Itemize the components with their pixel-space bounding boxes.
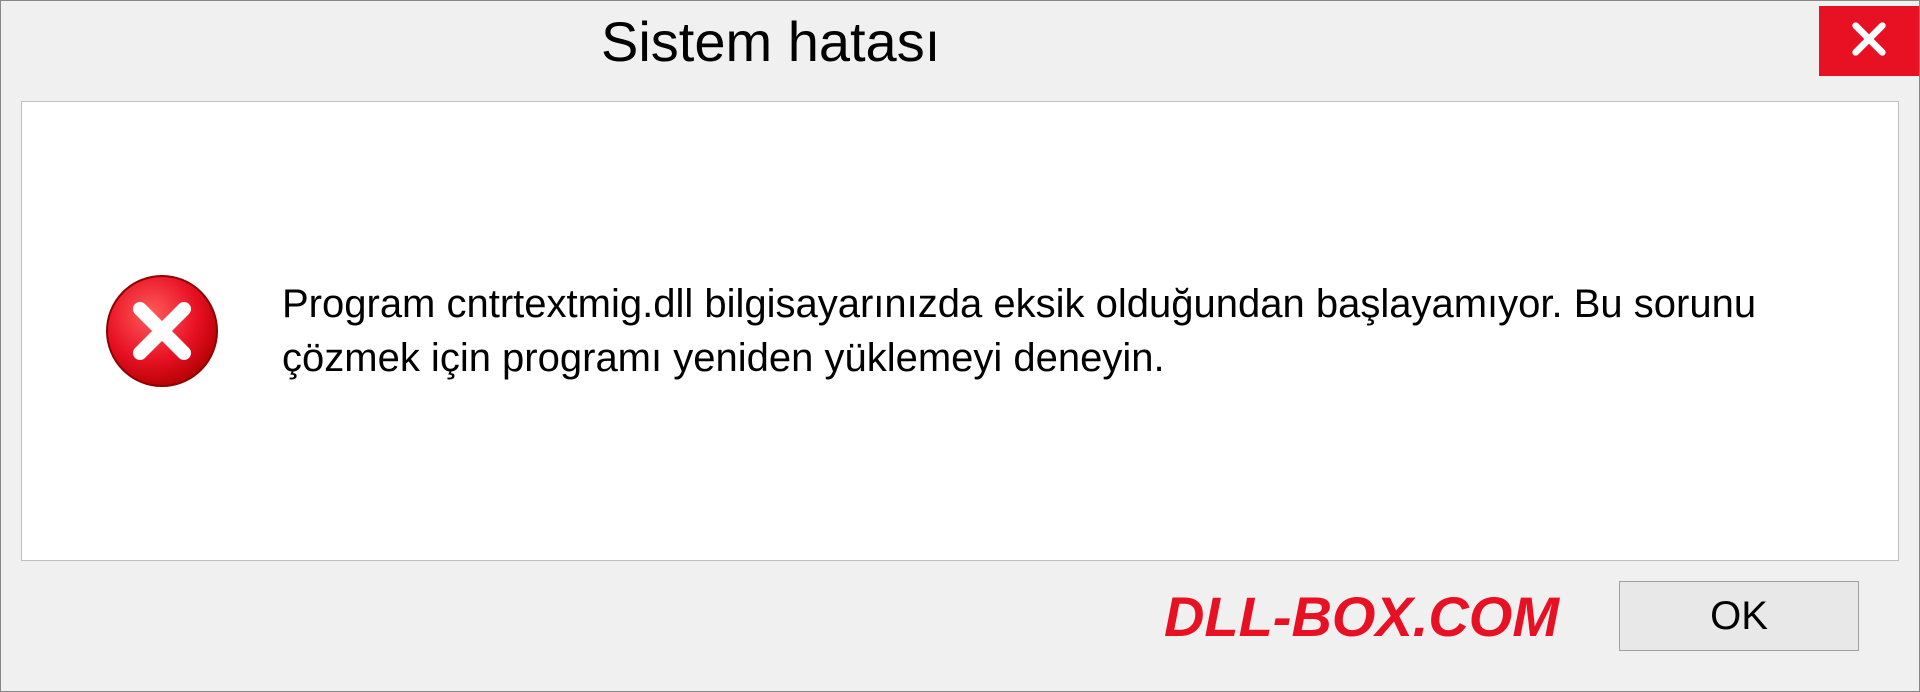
message-panel: Program cntrtextmig.dll bilgisayarınızda… [21, 101, 1899, 561]
close-button[interactable] [1819, 6, 1919, 76]
error-icon-wrapper [102, 271, 222, 391]
titlebar: Sistem hatası [1, 1, 1919, 81]
close-icon [1849, 19, 1889, 64]
content-wrapper: Program cntrtextmig.dll bilgisayarınızda… [1, 81, 1919, 691]
error-icon [102, 271, 222, 391]
watermark-text: DLL-BOX.COM [1164, 584, 1559, 649]
dialog-title: Sistem hatası [601, 9, 940, 74]
ok-button[interactable]: OK [1619, 581, 1859, 651]
dialog-footer: DLL-BOX.COM OK [21, 561, 1899, 671]
error-message-text: Program cntrtextmig.dll bilgisayarınızda… [282, 277, 1838, 385]
